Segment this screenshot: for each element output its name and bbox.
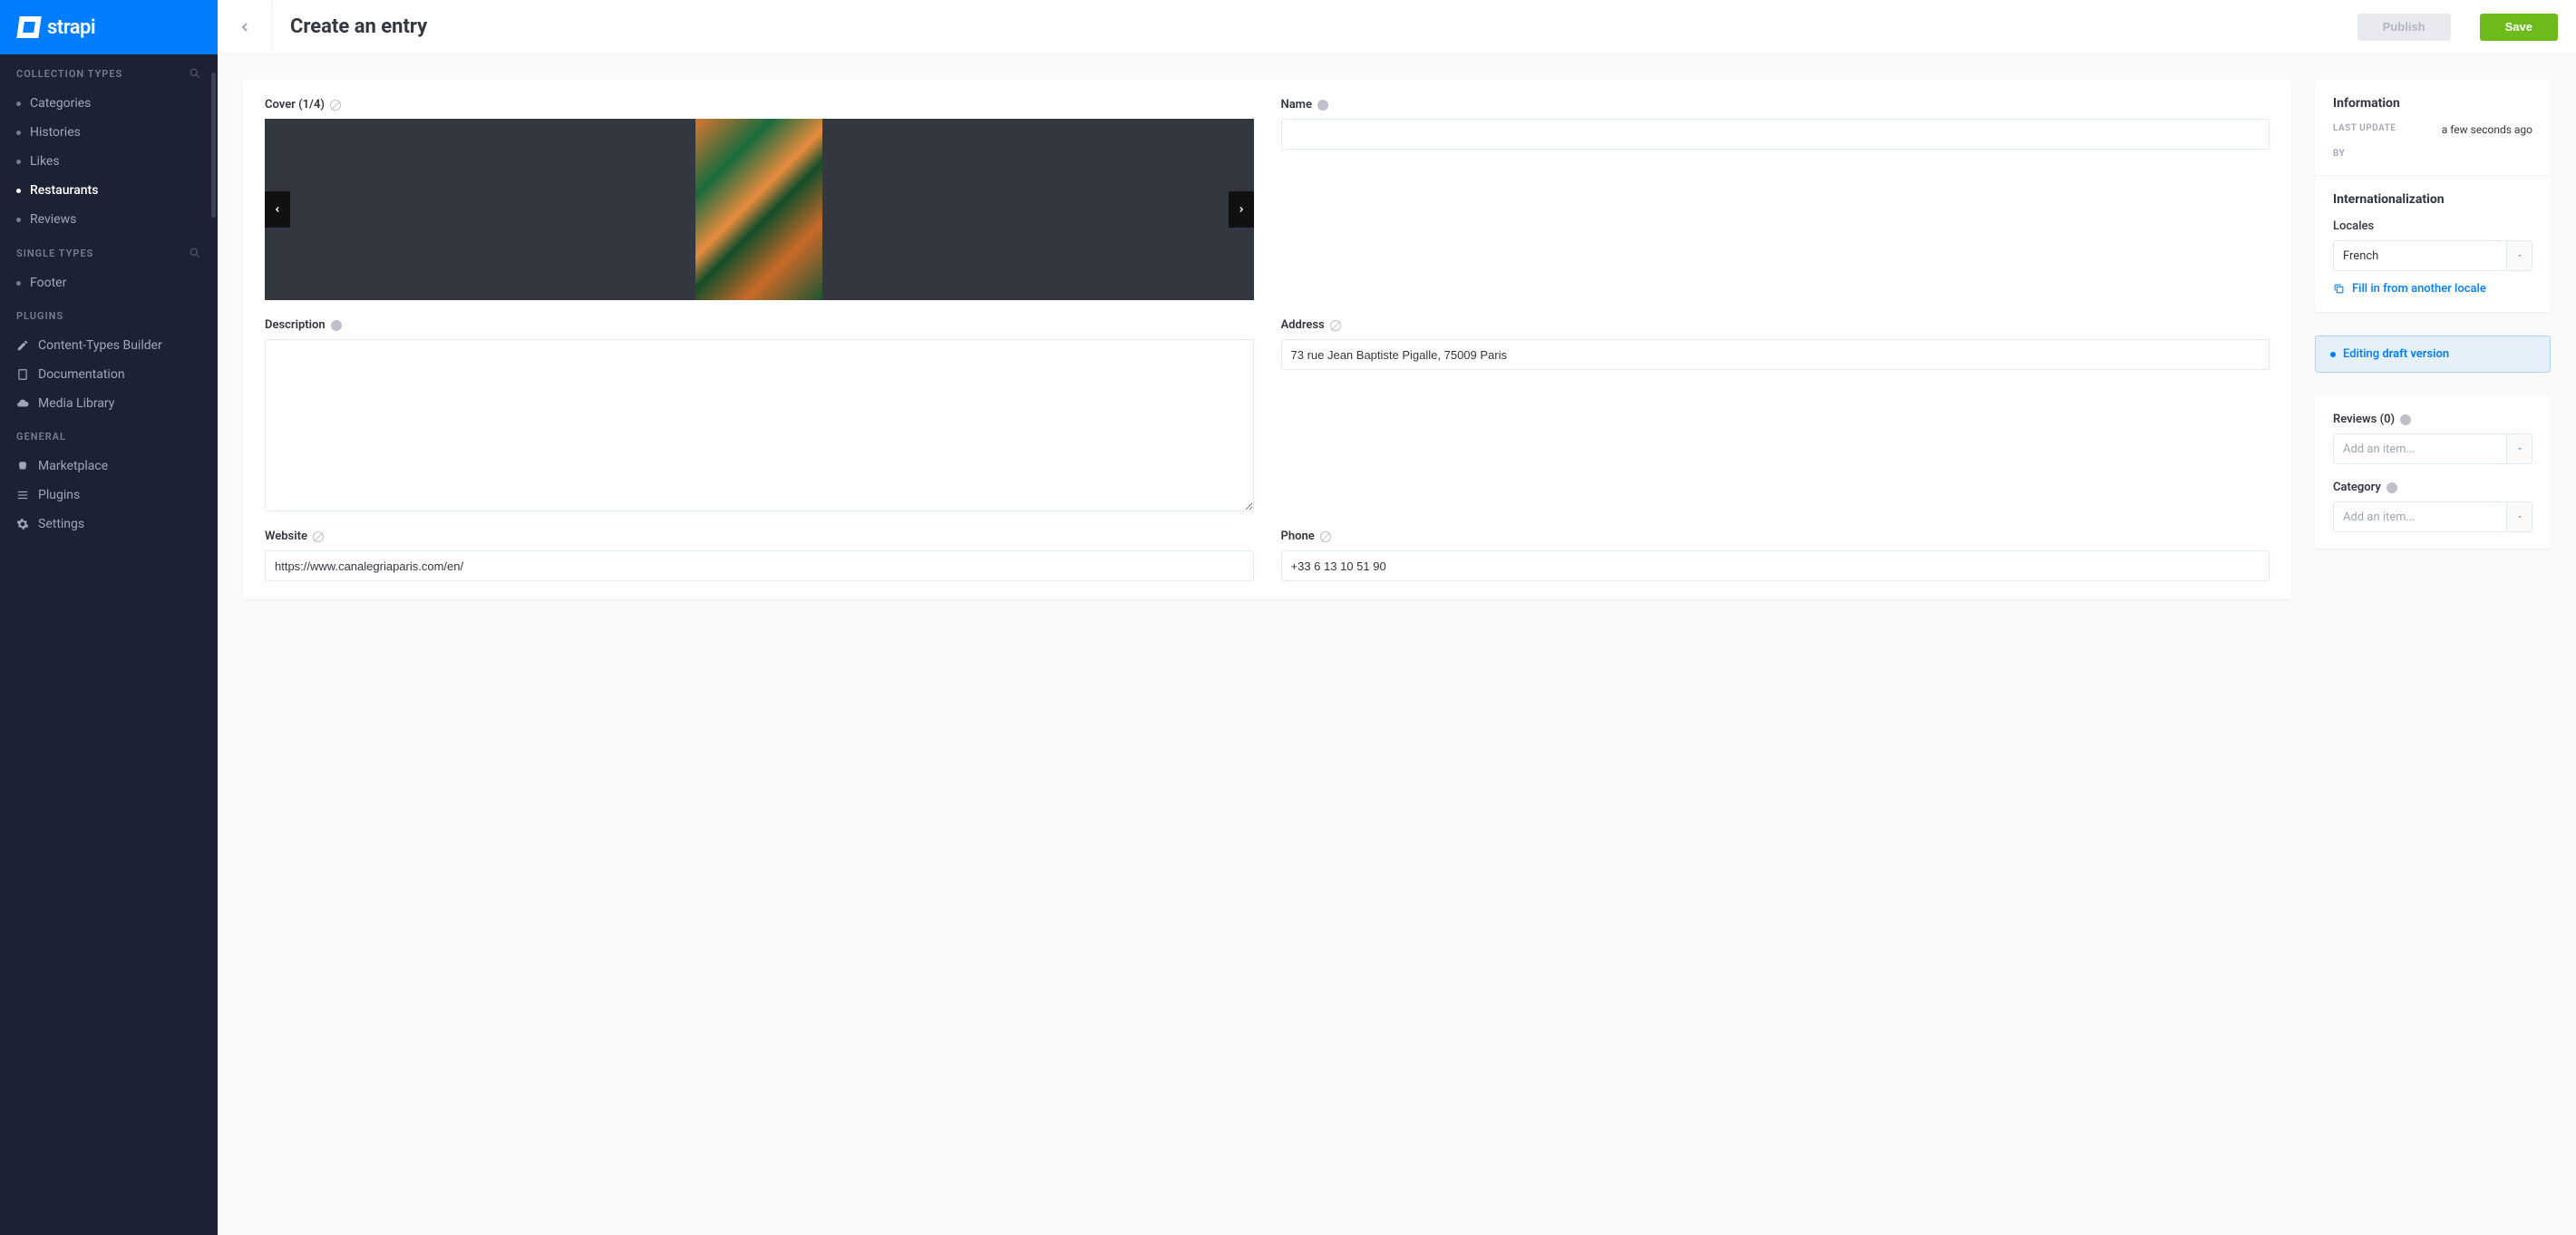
globe-icon — [2386, 482, 2397, 493]
plugins-label: PLUGINS — [16, 310, 63, 322]
sidebar-item-settings[interactable]: Settings — [0, 510, 218, 539]
last-update-label: LAST UPDATE — [2333, 123, 2396, 136]
fill-from-locale-link[interactable]: Fill in from another locale — [2333, 282, 2532, 296]
name-label: Name — [1281, 98, 2270, 112]
chevron-down-icon — [2506, 241, 2532, 270]
book-icon — [16, 368, 29, 381]
globe-icon — [331, 320, 342, 331]
sidebar-item-marketplace[interactable]: Marketplace — [0, 452, 218, 481]
general-list: Marketplace Plugins Settings — [0, 452, 218, 539]
basket-icon — [16, 460, 29, 472]
reviews-select[interactable]: Add an item... — [2333, 433, 2532, 464]
i18n-title: Internationalization — [2333, 192, 2532, 207]
globe-icon — [1317, 100, 1328, 111]
search-icon[interactable] — [189, 67, 201, 80]
sidebar-item-content-types-builder[interactable]: Content-Types Builder — [0, 331, 218, 360]
collection-types-header: COLLECTION TYPES — [0, 54, 218, 89]
collection-types-list: Categories Histories Likes Restaurants R… — [0, 89, 218, 234]
not-localized-icon — [1320, 531, 1331, 542]
chevron-down-icon — [2506, 502, 2532, 531]
single-types-list: Footer — [0, 268, 218, 297]
general-label: GENERAL — [16, 431, 66, 442]
carousel-prev-button[interactable] — [265, 191, 290, 228]
carousel-next-button[interactable] — [1229, 191, 1254, 228]
category-label: Category — [2333, 481, 2532, 494]
sidebar-scrollbar[interactable] — [211, 73, 216, 218]
sidebar-item-restaurants[interactable]: Restaurants — [0, 176, 218, 205]
list-icon — [16, 489, 29, 501]
copy-icon — [2333, 283, 2345, 295]
draft-dot-icon — [2330, 352, 2336, 357]
plugins-list: Content-Types Builder Documentation Medi… — [0, 331, 218, 418]
cover-carousel[interactable] — [265, 119, 1254, 300]
sidebar: strapi COLLECTION TYPES Categories Histo… — [0, 0, 218, 1235]
sidebar-item-likes[interactable]: Likes — [0, 147, 218, 176]
single-types-header: SINGLE TYPES — [0, 234, 218, 268]
globe-icon — [2400, 414, 2411, 425]
info-panel: Information LAST UPDATE a few seconds ag… — [2315, 80, 2551, 312]
topbar: Create an entry Publish Save — [218, 0, 2576, 54]
not-localized-icon — [313, 531, 324, 542]
phone-input[interactable] — [1281, 550, 2270, 581]
publish-button[interactable]: Publish — [2357, 14, 2451, 41]
category-select[interactable]: Add an item... — [2333, 501, 2532, 532]
form-card: Cover (1/4) — [243, 80, 2291, 599]
draft-banner: Editing draft version — [2315, 335, 2551, 373]
not-localized-icon — [330, 100, 341, 111]
phone-label: Phone — [1281, 530, 2270, 543]
sidebar-header: strapi — [0, 0, 218, 54]
collection-types-label: COLLECTION TYPES — [16, 68, 122, 80]
sidebar-item-reviews[interactable]: Reviews — [0, 205, 218, 234]
address-input[interactable] — [1281, 339, 2270, 370]
strapi-logo-icon — [16, 16, 41, 38]
locale-select[interactable]: French — [2333, 240, 2532, 271]
cover-image — [695, 119, 822, 300]
website-label: Website — [265, 530, 1254, 543]
pencil-icon — [16, 339, 29, 352]
description-label: Description — [265, 318, 1254, 332]
sidebar-item-documentation[interactable]: Documentation — [0, 360, 218, 389]
sidebar-item-footer[interactable]: Footer — [0, 268, 218, 297]
chevron-down-icon — [2506, 434, 2532, 463]
info-title: Information — [2333, 96, 2532, 111]
sidebar-item-media-library[interactable]: Media Library — [0, 389, 218, 418]
draft-version-label: draft version — [2382, 347, 2449, 361]
page-title: Create an entry — [290, 15, 2339, 38]
editing-label: Editing — [2343, 347, 2379, 361]
by-label: BY — [2333, 149, 2345, 159]
description-input[interactable] — [265, 339, 1254, 511]
brand-name: strapi — [47, 16, 95, 39]
locales-label: Locales — [2333, 219, 2532, 233]
sidebar-item-histories[interactable]: Histories — [0, 118, 218, 147]
not-localized-icon — [1330, 320, 1341, 331]
last-update-value: a few seconds ago — [2442, 123, 2532, 136]
save-button[interactable]: Save — [2480, 14, 2558, 41]
relations-panel: Reviews (0) Add an item... — [2315, 396, 2551, 549]
search-icon[interactable] — [189, 247, 201, 259]
single-types-label: SINGLE TYPES — [16, 248, 93, 259]
website-input[interactable] — [265, 550, 1254, 581]
sidebar-item-plugins[interactable]: Plugins — [0, 481, 218, 510]
gear-icon — [16, 518, 29, 530]
cover-label: Cover (1/4) — [265, 98, 1254, 112]
address-label: Address — [1281, 318, 2270, 332]
sidebar-item-categories[interactable]: Categories — [0, 89, 218, 118]
name-input[interactable] — [1281, 119, 2270, 150]
general-header: GENERAL — [0, 418, 218, 452]
back-button[interactable] — [218, 1, 272, 53]
cloud-icon — [16, 397, 29, 410]
plugins-header: PLUGINS — [0, 297, 218, 331]
reviews-label: Reviews (0) — [2333, 413, 2532, 426]
